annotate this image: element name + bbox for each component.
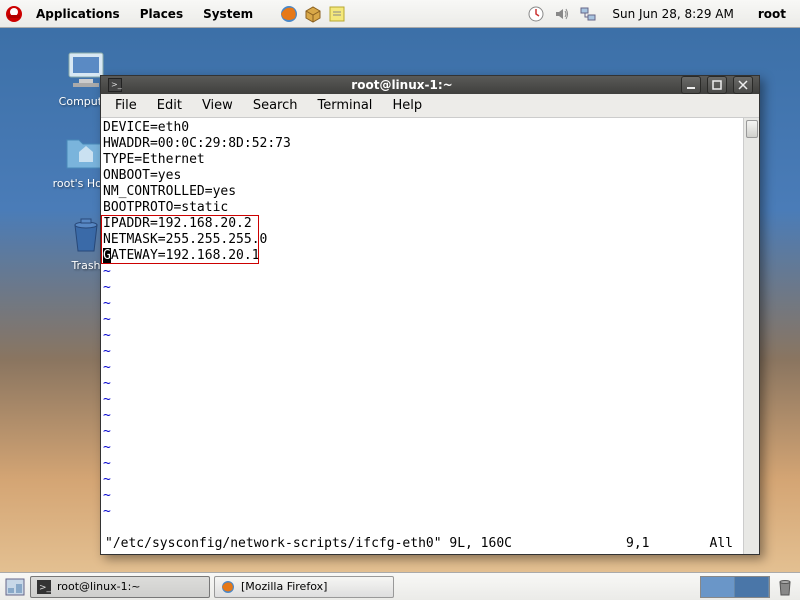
menu-search[interactable]: Search (243, 94, 308, 117)
maximize-button[interactable] (707, 76, 727, 94)
close-button[interactable] (733, 76, 753, 94)
terminal-body[interactable]: DEVICE=eth0 HWADDR=00:0C:29:8D:52:73 TYP… (101, 118, 759, 554)
menu-view[interactable]: View (192, 94, 243, 117)
user-menu[interactable]: root (748, 7, 796, 21)
taskbar-item-terminal[interactable]: >_ root@linux-1:~ (30, 576, 210, 598)
top-panel: Applications Places System Sun Jun 28, 8… (0, 0, 800, 28)
network-icon[interactable] (578, 4, 598, 24)
terminal-content[interactable]: DEVICE=eth0 HWADDR=00:0C:29:8D:52:73 TYP… (101, 118, 743, 554)
menu-file[interactable]: File (105, 94, 147, 117)
vim-status-line: "/etc/sysconfig/network-scripts/ifcfg-et… (105, 536, 739, 552)
terminal-icon: >_ (37, 580, 51, 594)
workspace-1[interactable] (701, 577, 735, 597)
terminal-menubar: File Edit View Search Terminal Help (101, 94, 759, 118)
vim-cursor: G (103, 248, 111, 264)
show-desktop-icon[interactable] (4, 576, 26, 598)
terminal-window: >_ root@linux-1:~ File Edit View Search … (100, 75, 760, 555)
workspace-switcher[interactable] (700, 576, 770, 598)
volume-icon[interactable] (552, 4, 572, 24)
workspace-2[interactable] (735, 577, 769, 597)
taskbar-item-firefox[interactable]: [Mozilla Firefox] (214, 576, 394, 598)
scrollbar-thumb[interactable] (746, 120, 758, 138)
minimize-button[interactable] (681, 76, 701, 94)
firefox-launcher-icon[interactable] (279, 4, 299, 24)
firefox-icon (221, 580, 235, 594)
taskbar-label: [Mozilla Firefox] (241, 580, 327, 593)
terminal-icon: >_ (107, 77, 123, 93)
svg-text:>_: >_ (39, 583, 51, 593)
svg-text:>_: >_ (111, 80, 122, 89)
window-title: root@linux-1:~ (129, 78, 675, 92)
menu-applications[interactable]: Applications (28, 3, 128, 25)
update-icon[interactable] (526, 4, 546, 24)
clock[interactable]: Sun Jun 28, 8:29 AM (604, 7, 741, 21)
menu-terminal[interactable]: Terminal (307, 94, 382, 117)
window-titlebar[interactable]: >_ root@linux-1:~ (101, 76, 759, 94)
taskbar-label: root@linux-1:~ (57, 580, 141, 593)
scrollbar[interactable] (743, 118, 759, 554)
menu-edit[interactable]: Edit (147, 94, 192, 117)
bottom-panel: >_ root@linux-1:~ [Mozilla Firefox] (0, 572, 800, 600)
notes-icon[interactable] (327, 4, 347, 24)
package-icon[interactable] (303, 4, 323, 24)
distro-icon[interactable] (4, 4, 24, 24)
menu-help[interactable]: Help (382, 94, 432, 117)
trash-tray-icon[interactable] (774, 576, 796, 598)
menu-places[interactable]: Places (132, 3, 191, 25)
menu-system[interactable]: System (195, 3, 261, 25)
